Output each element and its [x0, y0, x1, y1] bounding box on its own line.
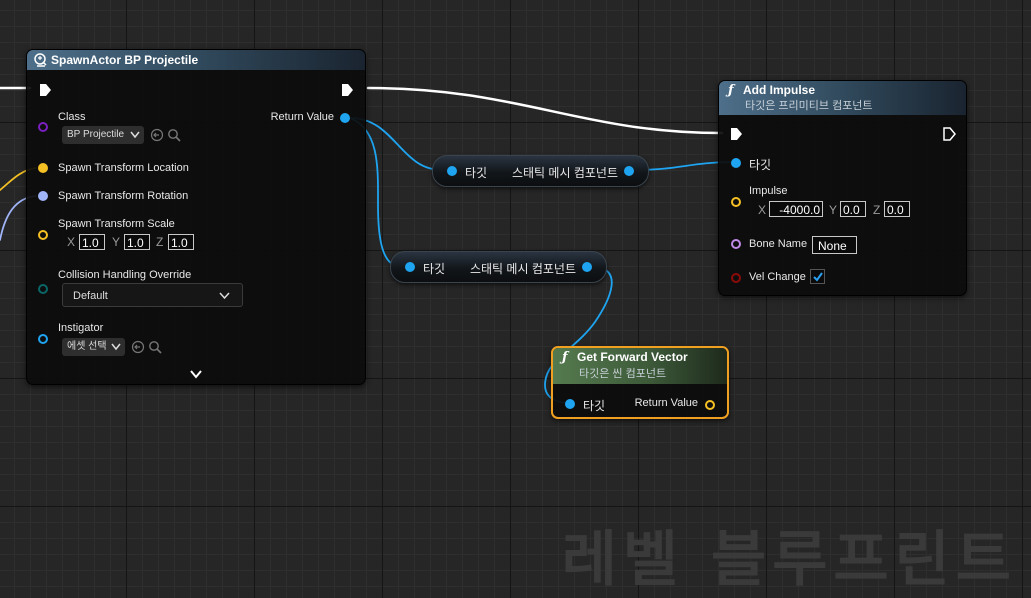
chevron-down-icon: [111, 343, 121, 351]
impulse-target-label: 타깃: [749, 158, 772, 172]
checkmark-icon: [813, 272, 823, 282]
impulse-z-axis-label: Z: [873, 203, 881, 217]
vel-change-label: Vel Change: [749, 271, 806, 283]
scale-label: Spawn Transform Scale: [58, 218, 175, 230]
function-icon: ƒ: [562, 350, 568, 365]
collision-pin[interactable]: [38, 284, 48, 294]
instigator-pin[interactable]: [38, 334, 48, 344]
impulse-z-field[interactable]: 0.0: [884, 201, 910, 217]
exec-out-pin[interactable]: [942, 127, 956, 141]
impulse-vector-pin[interactable]: [731, 197, 741, 207]
collision-dropdown[interactable]: Default: [62, 283, 243, 307]
vel-change-checkbox[interactable]: [810, 269, 825, 284]
reroute-2-target-label: 타깃: [423, 262, 446, 276]
class-label: Class: [58, 111, 86, 123]
use-selected-icon[interactable]: [131, 340, 145, 354]
impulse-x-field[interactable]: -4000.0: [769, 201, 823, 217]
reroute-1-component-label: 스태틱 메시 컴포넌트: [511, 166, 618, 180]
add-impulse-title: Add Impulse: [743, 83, 816, 97]
spawn-actor-title: SpawnActor BP Projectile: [51, 53, 199, 67]
spawn-actor-header[interactable]: SpawnActor BP Projectile: [27, 50, 365, 70]
reroute-2-component-label: 스태틱 메시 컴포넌트: [469, 262, 576, 276]
scale-y-field[interactable]: 1.0: [124, 234, 150, 250]
reroute-node-2[interactable]: 타깃 스태틱 메시 컴포넌트: [390, 251, 607, 283]
bone-name-label: Bone Name: [749, 238, 808, 250]
instigator-dropdown[interactable]: 에셋 선택: [62, 338, 125, 356]
forward-return-value-pin[interactable]: [705, 400, 715, 410]
vel-change-pin[interactable]: [731, 273, 741, 283]
add-impulse-header[interactable]: ƒ Add Impulse 타깃은 프리미티브 컴포넌트: [719, 81, 966, 115]
get-forward-vector-title: Get Forward Vector: [577, 350, 688, 364]
impulse-y-axis-label: Y: [829, 203, 838, 217]
expand-chevron-icon[interactable]: [190, 370, 202, 379]
use-selected-icon[interactable]: [150, 128, 164, 142]
browse-search-icon[interactable]: [167, 128, 181, 142]
spawn-actor-node[interactable]: SpawnActor BP Projectile Class BP Projec…: [26, 49, 366, 385]
return-value-pin[interactable]: [340, 113, 350, 123]
get-forward-vector-header[interactable]: ƒ Get Forward Vector 타깃은 씬 컴포넌트: [553, 348, 727, 384]
exec-in-pin[interactable]: [38, 83, 52, 97]
collision-label: Collision Handling Override: [58, 269, 192, 281]
scale-x-axis-label: X: [67, 235, 76, 249]
impulse-x-axis-label: X: [758, 203, 767, 217]
forward-target-pin[interactable]: [565, 399, 575, 409]
exec-wire-spawn-to-impulse: [366, 86, 724, 135]
rotation-label: Spawn Transform Rotation: [58, 190, 189, 202]
bone-name-field[interactable]: None: [812, 236, 857, 254]
level-blueprint-watermark: 레벨 블루프린트: [561, 525, 1017, 595]
reroute-1-output-pin[interactable]: [624, 166, 634, 176]
add-impulse-subtitle: 타깃은 프리미티브 컴포넌트: [745, 100, 873, 112]
reroute-node-1[interactable]: 타깃 스태틱 메시 컴포넌트: [432, 155, 649, 187]
function-icon: ƒ: [728, 83, 734, 98]
class-pin[interactable]: [38, 122, 48, 132]
chevron-down-icon: [130, 131, 140, 139]
scale-y-axis-label: Y: [112, 235, 121, 249]
scale-z-axis-label: Z: [156, 235, 164, 249]
spawn-actor-icon: [34, 53, 47, 67]
get-forward-vector-subtitle: 타깃은 씬 컴포넌트: [579, 368, 667, 380]
location-label: Spawn Transform Location: [58, 162, 189, 174]
bone-name-pin[interactable]: [731, 239, 741, 249]
return-value-label: Return Value: [270, 111, 334, 123]
impulse-y-field[interactable]: 0.0: [840, 201, 866, 217]
scale-pin[interactable]: [38, 230, 48, 240]
rotation-pin[interactable]: [38, 191, 48, 201]
class-dropdown-value: BP Projectile: [67, 129, 125, 140]
get-forward-vector-node[interactable]: ƒ Get Forward Vector 타깃은 씬 컴포넌트 타깃 Retur…: [551, 346, 729, 419]
add-impulse-node[interactable]: ƒ Add Impulse 타깃은 프리미티브 컴포넌트 타깃 Impulse …: [718, 80, 967, 296]
impulse-label: Impulse: [749, 185, 788, 197]
browse-search-icon[interactable]: [148, 340, 162, 354]
chevron-down-icon: [219, 292, 230, 300]
forward-target-label: 타깃: [583, 399, 606, 413]
class-dropdown[interactable]: BP Projectile: [62, 126, 144, 144]
instigator-dropdown-value: 에셋 선택: [67, 341, 107, 352]
exec-in-pin[interactable]: [729, 127, 743, 141]
collision-dropdown-value: Default: [73, 290, 108, 302]
reroute-2-output-pin[interactable]: [582, 262, 592, 272]
reroute-2-target-pin[interactable]: [405, 262, 415, 272]
forward-return-value-label: Return Value: [634, 397, 698, 409]
reroute-1-target-pin[interactable]: [447, 166, 457, 176]
location-pin[interactable]: [38, 163, 48, 173]
instigator-label: Instigator: [58, 322, 104, 334]
scale-x-field[interactable]: 1.0: [79, 234, 105, 250]
exec-out-pin[interactable]: [340, 83, 354, 97]
reroute-1-target-label: 타깃: [465, 166, 488, 180]
impulse-target-pin[interactable]: [731, 158, 741, 168]
scale-z-field[interactable]: 1.0: [168, 234, 194, 250]
